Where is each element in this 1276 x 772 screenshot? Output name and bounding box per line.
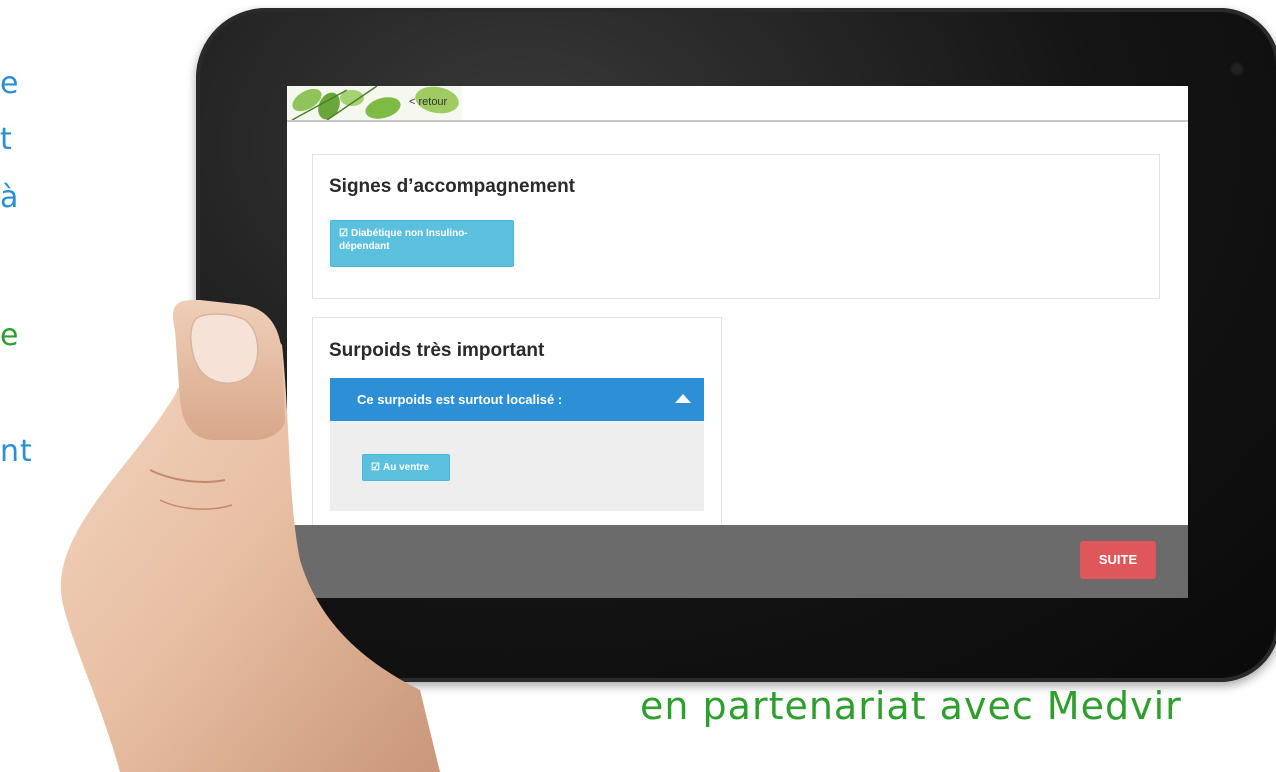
- accordion-body: ☑ Au ventre: [330, 421, 704, 511]
- section-title: Signes d’accompagnement: [329, 176, 576, 197]
- promo-line-5: nt: [0, 434, 33, 469]
- symptom-chip-ventre[interactable]: ☑ Au ventre: [362, 454, 450, 481]
- chip-label: dépendant: [339, 241, 390, 252]
- chip-line-2: dépendant: [339, 240, 505, 253]
- symptom-chip-diabetique[interactable]: ☑ Diabétique non Insulino- dépendant: [330, 220, 514, 267]
- chip-line-1: ☑ Diabétique non Insulino-: [339, 227, 505, 240]
- chip-label: Diabétique non Insulino-: [350, 228, 468, 239]
- accordion-label: Ce surpoids est surtout localisé :: [357, 392, 563, 407]
- partner-text: en partenariat avec Medvir: [640, 684, 1182, 728]
- app-screen: < retour Signes d’accompagnement ☑ Diabét…: [287, 86, 1188, 598]
- back-link[interactable]: < retour: [409, 96, 447, 108]
- promo-line-3: à: [0, 180, 20, 215]
- section-title: Surpoids très important: [329, 340, 545, 361]
- promo-line-4: e: [0, 318, 20, 353]
- footer-bar: SUITE: [287, 525, 1188, 598]
- accordion-localisation[interactable]: Ce surpoids est surtout localisé :: [330, 378, 704, 421]
- next-button[interactable]: SUITE: [1080, 541, 1156, 579]
- checkbox-checked-icon: ☑: [371, 462, 380, 473]
- section-signes: Signes d’accompagnement ☑ Diabétique non …: [312, 154, 1160, 299]
- promo-line-1: e: [0, 66, 20, 101]
- section-surpoids: Surpoids très important Ce surpoids est …: [312, 317, 722, 527]
- camera-icon: [1232, 64, 1242, 74]
- caret-up-icon: [675, 394, 691, 403]
- chip-label: Au ventre: [382, 462, 430, 473]
- promo-line-2: t: [0, 122, 13, 157]
- app-header: < retour: [287, 86, 1188, 122]
- checkbox-checked-icon: ☑: [339, 228, 348, 239]
